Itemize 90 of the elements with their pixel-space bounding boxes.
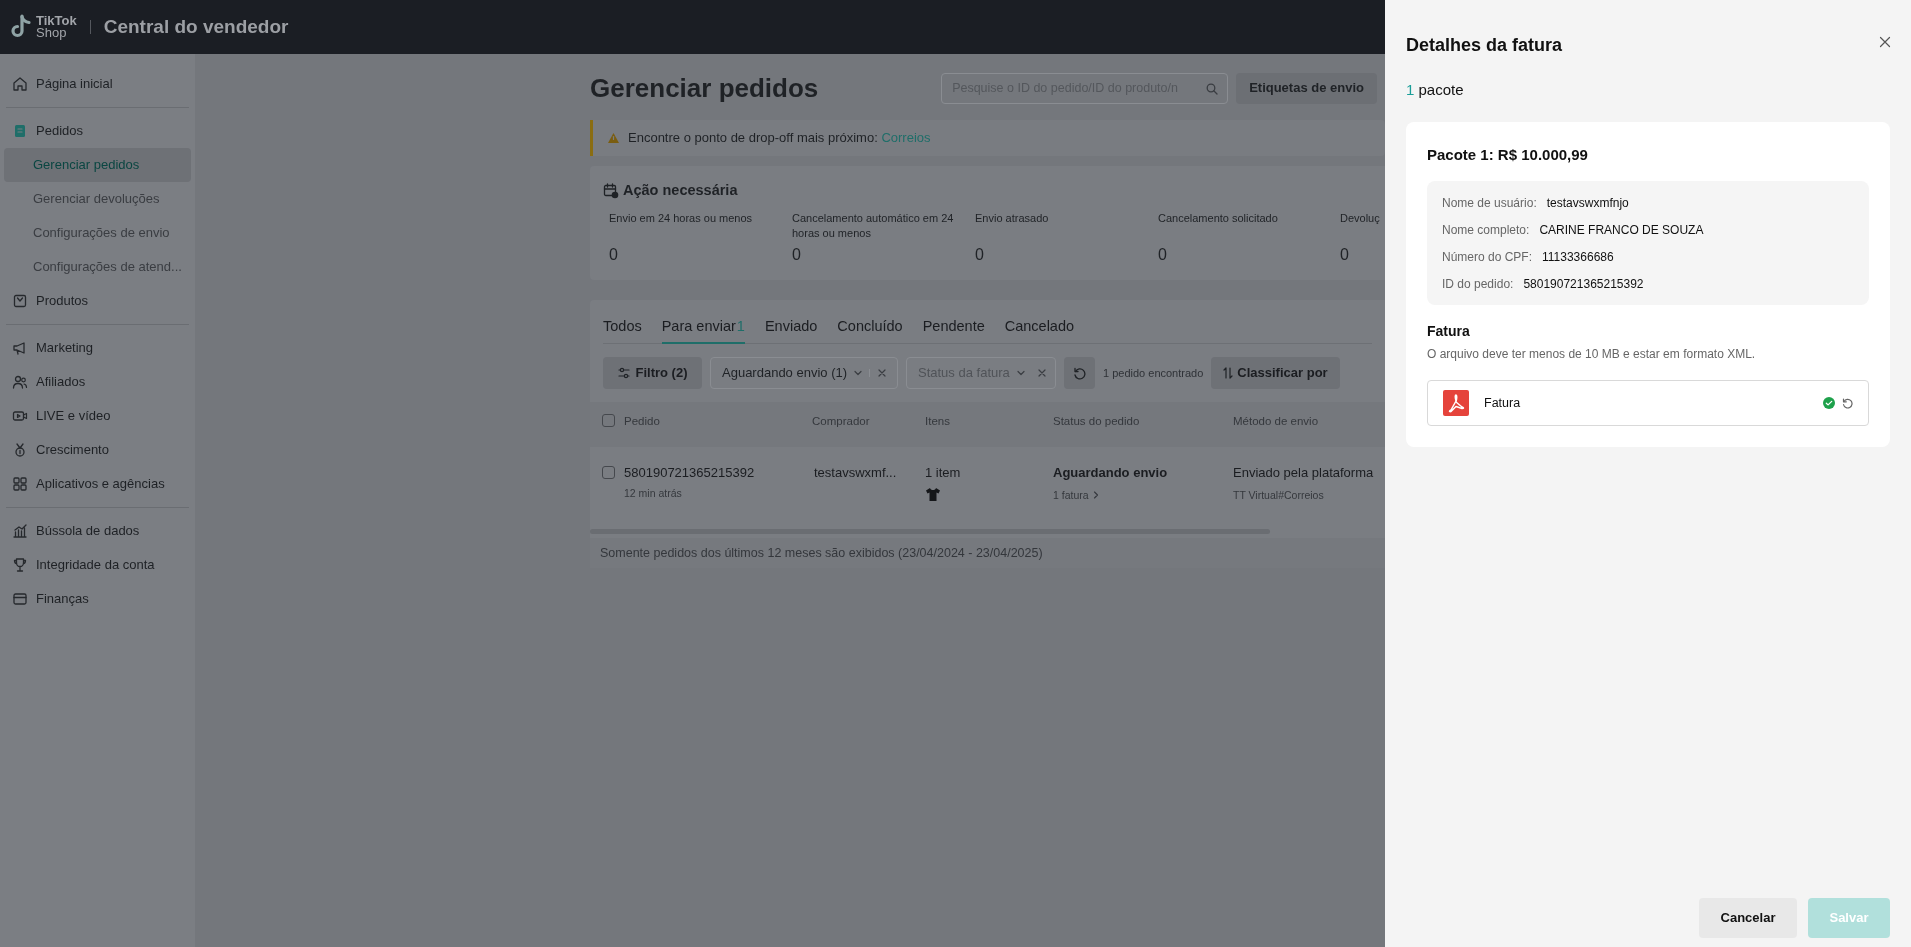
sidebar-item[interactable]: Aplicativos e agências (4, 467, 191, 501)
sort-button[interactable]: Classificar por (1211, 357, 1340, 389)
column-header: Itens (925, 414, 951, 429)
metric-value: 0 (975, 244, 985, 265)
close-icon[interactable] (1879, 35, 1891, 48)
order-time: 12 min atrás (624, 485, 683, 501)
sidebar-item[interactable]: Marketing (4, 331, 191, 365)
metric-value: 0 (1158, 244, 1168, 265)
metric-label: Cancelamento solicitado (1158, 210, 1279, 226)
invoice-hint: O arquivo deve ter menos de 10 MB e estar em formato XML. (1427, 346, 1757, 363)
app-title: Central do vendedor (103, 14, 289, 39)
calendar-clock-icon (603, 182, 619, 199)
replace-icon[interactable] (1842, 397, 1853, 409)
filter-button[interactable]: Filtro (2) (603, 357, 702, 389)
sidebar-item[interactable]: Afiliados (4, 365, 191, 399)
chevron-down-icon (1015, 368, 1026, 378)
reset-icon (1073, 366, 1086, 380)
clear-icon[interactable] (878, 369, 886, 377)
status-tab[interactable]: Pendente (922, 312, 985, 344)
sort-icon (1223, 367, 1234, 379)
alert-text: Encontre o ponto de drop-off mais próximo: Correios (628, 129, 931, 148)
sidebar-item[interactable]: Integridade da conta (4, 548, 191, 582)
warning-icon (607, 132, 620, 144)
metric-label: Cancelamento automático em 24 horas ou menos (792, 210, 955, 241)
section-title: Fatura (1427, 322, 1471, 341)
sidebar-item[interactable]: Pedidos (4, 114, 191, 148)
metric-label: Envio atrasado (975, 210, 1050, 226)
field-label: Número do CPF: (1442, 248, 1533, 266)
field-value: testavswxmfnjo (1546, 194, 1629, 212)
shipping-detail: TT Virtual#Correios (1233, 487, 1325, 503)
package-title: Pacote 1: R$ 10.000,99 (1427, 144, 1589, 165)
shipping-method: Enviado pela plataforma (1233, 464, 1375, 482)
package-count: 1 pacote (1406, 80, 1465, 100)
footer-note: Somente pedidos dos últimos 12 meses são exibidos (23/04/2024 - 23/04/2025) (600, 544, 1043, 562)
chevron-right-icon (1092, 491, 1099, 500)
logo-text: TikTok (36, 15, 77, 27)
status-tab[interactable]: Enviado (764, 312, 818, 344)
order-id: 580190721365215392 (624, 464, 756, 482)
column-header: Status do pedido (1053, 414, 1141, 429)
clear-icon[interactable] (1037, 369, 1046, 377)
select-all-checkbox[interactable] (602, 414, 615, 427)
column-header: Pedido (624, 414, 661, 429)
status-tab[interactable]: Cancelado (1004, 312, 1075, 344)
metric-label: Envio em 24 horas ou menos (609, 210, 754, 226)
column-header: Comprador (812, 414, 871, 429)
search-icon (1206, 82, 1219, 95)
sidebar-item[interactable]: Produtos (4, 284, 191, 318)
filter-dropdown[interactable]: Aguardando envio (1) (710, 357, 898, 389)
sidebar-item[interactable]: Finanças (4, 582, 191, 616)
chevron-down-icon (853, 368, 864, 378)
pdf-file-icon (1443, 390, 1469, 416)
buyer-name: testavswxmf... (813, 464, 898, 482)
field-label: Nome de usuário: (1442, 194, 1537, 212)
sidebar-item[interactable]: Crescimento (4, 433, 191, 467)
t-shirt-icon (925, 486, 941, 502)
status-tab[interactable]: Todos (603, 312, 642, 344)
row-checkbox[interactable] (602, 466, 615, 479)
sidebar-subitem[interactable]: Gerenciar devoluções (4, 182, 191, 216)
order-status: Aguardando envio (1053, 464, 1169, 482)
field-value: 11133366686 (1542, 248, 1614, 266)
status-tab[interactable]: Concluído (837, 312, 903, 344)
section-title: Ação necessária (623, 181, 738, 200)
sidebar-item[interactable]: Bússola de dados (4, 514, 191, 548)
tiktok-logo-icon (10, 14, 32, 40)
logo-text: Shop (36, 27, 68, 39)
sidebar-item[interactable]: Página inicial (4, 67, 191, 101)
field-label: ID do pedido: (1442, 275, 1514, 293)
metric-label: Devoluç (1340, 210, 1381, 226)
item-count: 1 item (925, 464, 962, 482)
status-tab[interactable]: Para enviar1 (661, 312, 745, 344)
sidebar-subitem[interactable]: Gerenciar pedidos (4, 148, 191, 182)
field-value: CARINE FRANCO DE SOUZA (1539, 221, 1704, 239)
column-header: Método de envio (1233, 414, 1320, 429)
sidebar-subitem[interactable]: Configurações de atend... (4, 250, 191, 284)
cancel-button[interactable]: Cancelar (1699, 898, 1797, 938)
reset-button[interactable] (1064, 357, 1095, 389)
shipping-labels-button[interactable]: Etiquetas de envio (1236, 72, 1377, 104)
page-title: Gerenciar pedidos (590, 71, 819, 105)
sliders-icon (617, 367, 630, 379)
field-label: Nome completo: (1442, 221, 1530, 239)
metric-value: 0 (609, 244, 619, 265)
result-count: 1 pedido encontrado (1103, 365, 1204, 381)
drawer-title: Detalhes da fatura (1406, 34, 1563, 57)
metric-value: 0 (1340, 244, 1350, 265)
metric-value: 0 (792, 244, 802, 265)
file-name: Fatura (1484, 394, 1522, 412)
sidebar-subitem[interactable]: Configurações de envio (4, 216, 191, 250)
invoice-link[interactable]: 1 fatura (1053, 487, 1233, 504)
field-value: 580190721365215392 (1523, 275, 1644, 293)
sidebar-item[interactable]: LIVE e vídeo (4, 399, 191, 433)
